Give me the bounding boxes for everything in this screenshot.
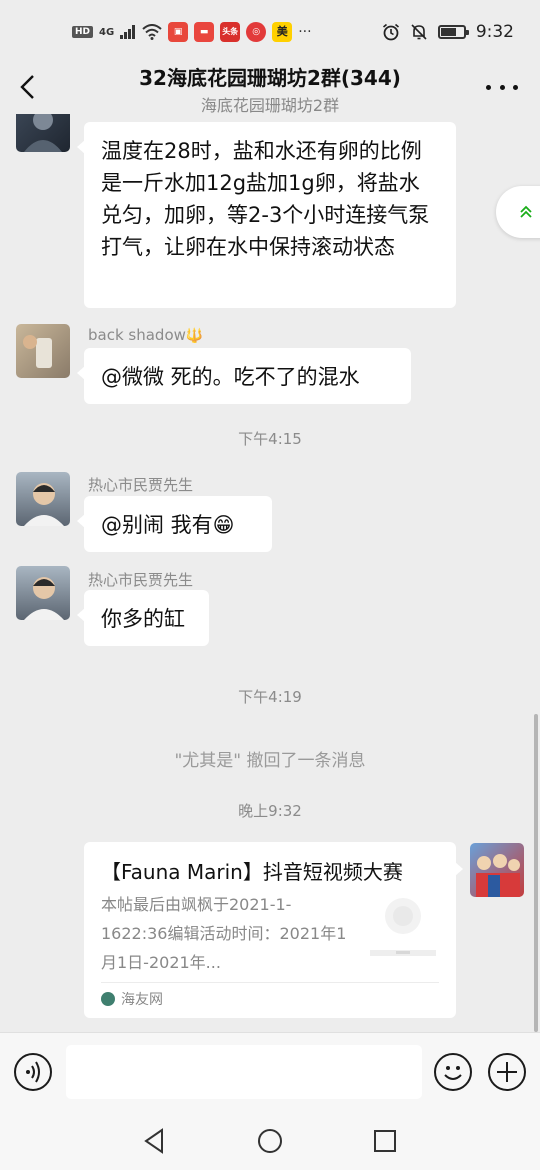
message-bubble[interactable]: @别闹 我有😁	[77, 496, 272, 552]
timestamp: 晚上9:32	[238, 802, 302, 820]
battery-icon	[437, 25, 469, 39]
system-nav-bar	[0, 1112, 540, 1170]
avatar[interactable]	[16, 472, 70, 526]
link-card-description: 本帖最后由飒枫于2021-1-1622:36编辑活动时间：2021年1月1日-2…	[101, 895, 347, 972]
sender-name: back shadow🔱	[88, 326, 203, 344]
message-bubble[interactable]: 你多的缸	[77, 590, 209, 646]
voice-wave-icon	[26, 1061, 40, 1083]
crown-icon: 🔱	[185, 328, 204, 344]
link-card[interactable]: 【Fauna Marin】抖音短视频大赛 本帖最后由飒枫于2021-1-1622…	[84, 842, 463, 1018]
message-bubble[interactable]: 温度在28时，盐和水还有卵的比例是一斤水加12g盐加1g卵，将盐水兑匀，加卵，等…	[77, 122, 456, 308]
avatar[interactable]	[16, 114, 70, 152]
plus-icon	[497, 1062, 517, 1082]
plus-button[interactable]	[488, 1053, 526, 1091]
red-app-icon: ▣	[168, 22, 189, 42]
group-photo	[476, 854, 520, 897]
hd-badge: HD	[72, 26, 94, 38]
jump-to-latest-button[interactable]	[496, 186, 540, 238]
dot	[513, 84, 518, 90]
wifi-icon	[142, 24, 162, 40]
system-notice: "尤其是" 撤回了一条消息	[174, 751, 366, 771]
my-avatar[interactable]	[470, 843, 524, 897]
network-label: 4G	[99, 26, 115, 38]
timestamp: 下午4:15	[238, 430, 302, 448]
meituan-icon: 美	[272, 22, 293, 42]
back-button[interactable]	[14, 72, 44, 102]
status-left: HD 4G ▣ ▬ 头条 ◎ 美 ···	[72, 22, 312, 42]
square-recents-icon	[374, 1130, 396, 1152]
dot	[499, 84, 505, 90]
sender-name: 热心市民贾先生	[88, 476, 194, 494]
sender-name: 热心市民贾先生	[88, 571, 194, 589]
toutiao-icon: 头条	[220, 22, 241, 42]
signal-icon	[120, 25, 136, 39]
portrait-photo	[24, 483, 64, 526]
cup-photo	[23, 335, 52, 368]
chevron-left-icon	[20, 75, 34, 99]
link-card-title: 【Fauna Marin】抖音短视频大赛	[101, 860, 403, 884]
red-circle-app-icon: ◎	[246, 22, 267, 42]
message-list[interactable]: 温度在28时，盐和水还有卵的比例是一斤水加12g盐加1g卵，将盐水兑匀，加卵，等…	[0, 114, 540, 1032]
avatar[interactable]	[16, 566, 70, 620]
timestamp: 下午4:19	[238, 688, 302, 706]
nav-recents-button[interactable]	[370, 1126, 400, 1156]
chat-header: 32海底花园珊瑚坊2群(344) 海底花园珊瑚坊2群	[0, 62, 540, 115]
battery-fill	[440, 28, 456, 36]
link-card-divider	[101, 982, 439, 983]
more-options-button[interactable]	[486, 74, 518, 100]
person-silhouette	[24, 114, 62, 152]
page-title: 32海底花园珊瑚坊2群(344)	[139, 66, 401, 90]
page-subtitle: 海底花园珊瑚坊2群	[200, 96, 340, 115]
dot	[486, 84, 491, 90]
scrollbar[interactable]	[534, 714, 538, 1032]
status-bar: HD 4G ▣ ▬ 头条 ◎ 美 ··· 9:32	[0, 0, 540, 62]
portrait-photo	[24, 577, 64, 620]
clock: 9:32	[475, 22, 514, 42]
alarm-icon	[382, 23, 399, 41]
mute-bell-icon	[411, 24, 427, 40]
source-logo-icon	[101, 992, 115, 1006]
link-card-source-label: 海友网	[121, 992, 163, 1008]
overflow-indicator: ···	[298, 24, 312, 40]
sender-name-text: back shadow	[88, 326, 186, 344]
emoji-button[interactable]	[434, 1053, 472, 1091]
red-app-icon: ▬	[194, 22, 215, 42]
thumbnail-graphic	[370, 898, 436, 956]
nav-back-button[interactable]	[140, 1126, 170, 1156]
voice-button[interactable]	[14, 1053, 52, 1091]
message-input[interactable]	[66, 1045, 422, 1099]
circle-home-icon	[258, 1129, 282, 1153]
triangle-back-icon	[144, 1128, 163, 1154]
message-bubble[interactable]: @微微 死的。吃不了的混水	[77, 348, 411, 404]
smiley-icon	[444, 1066, 462, 1080]
avatar[interactable]	[16, 324, 70, 378]
status-right: 9:32	[382, 22, 514, 42]
nav-home-button[interactable]	[255, 1126, 285, 1156]
double-chevron-up-icon	[520, 205, 532, 218]
input-bar	[0, 1032, 540, 1112]
link-card-thumbnail	[368, 888, 438, 960]
link-card-source: 海友网	[101, 989, 163, 1009]
